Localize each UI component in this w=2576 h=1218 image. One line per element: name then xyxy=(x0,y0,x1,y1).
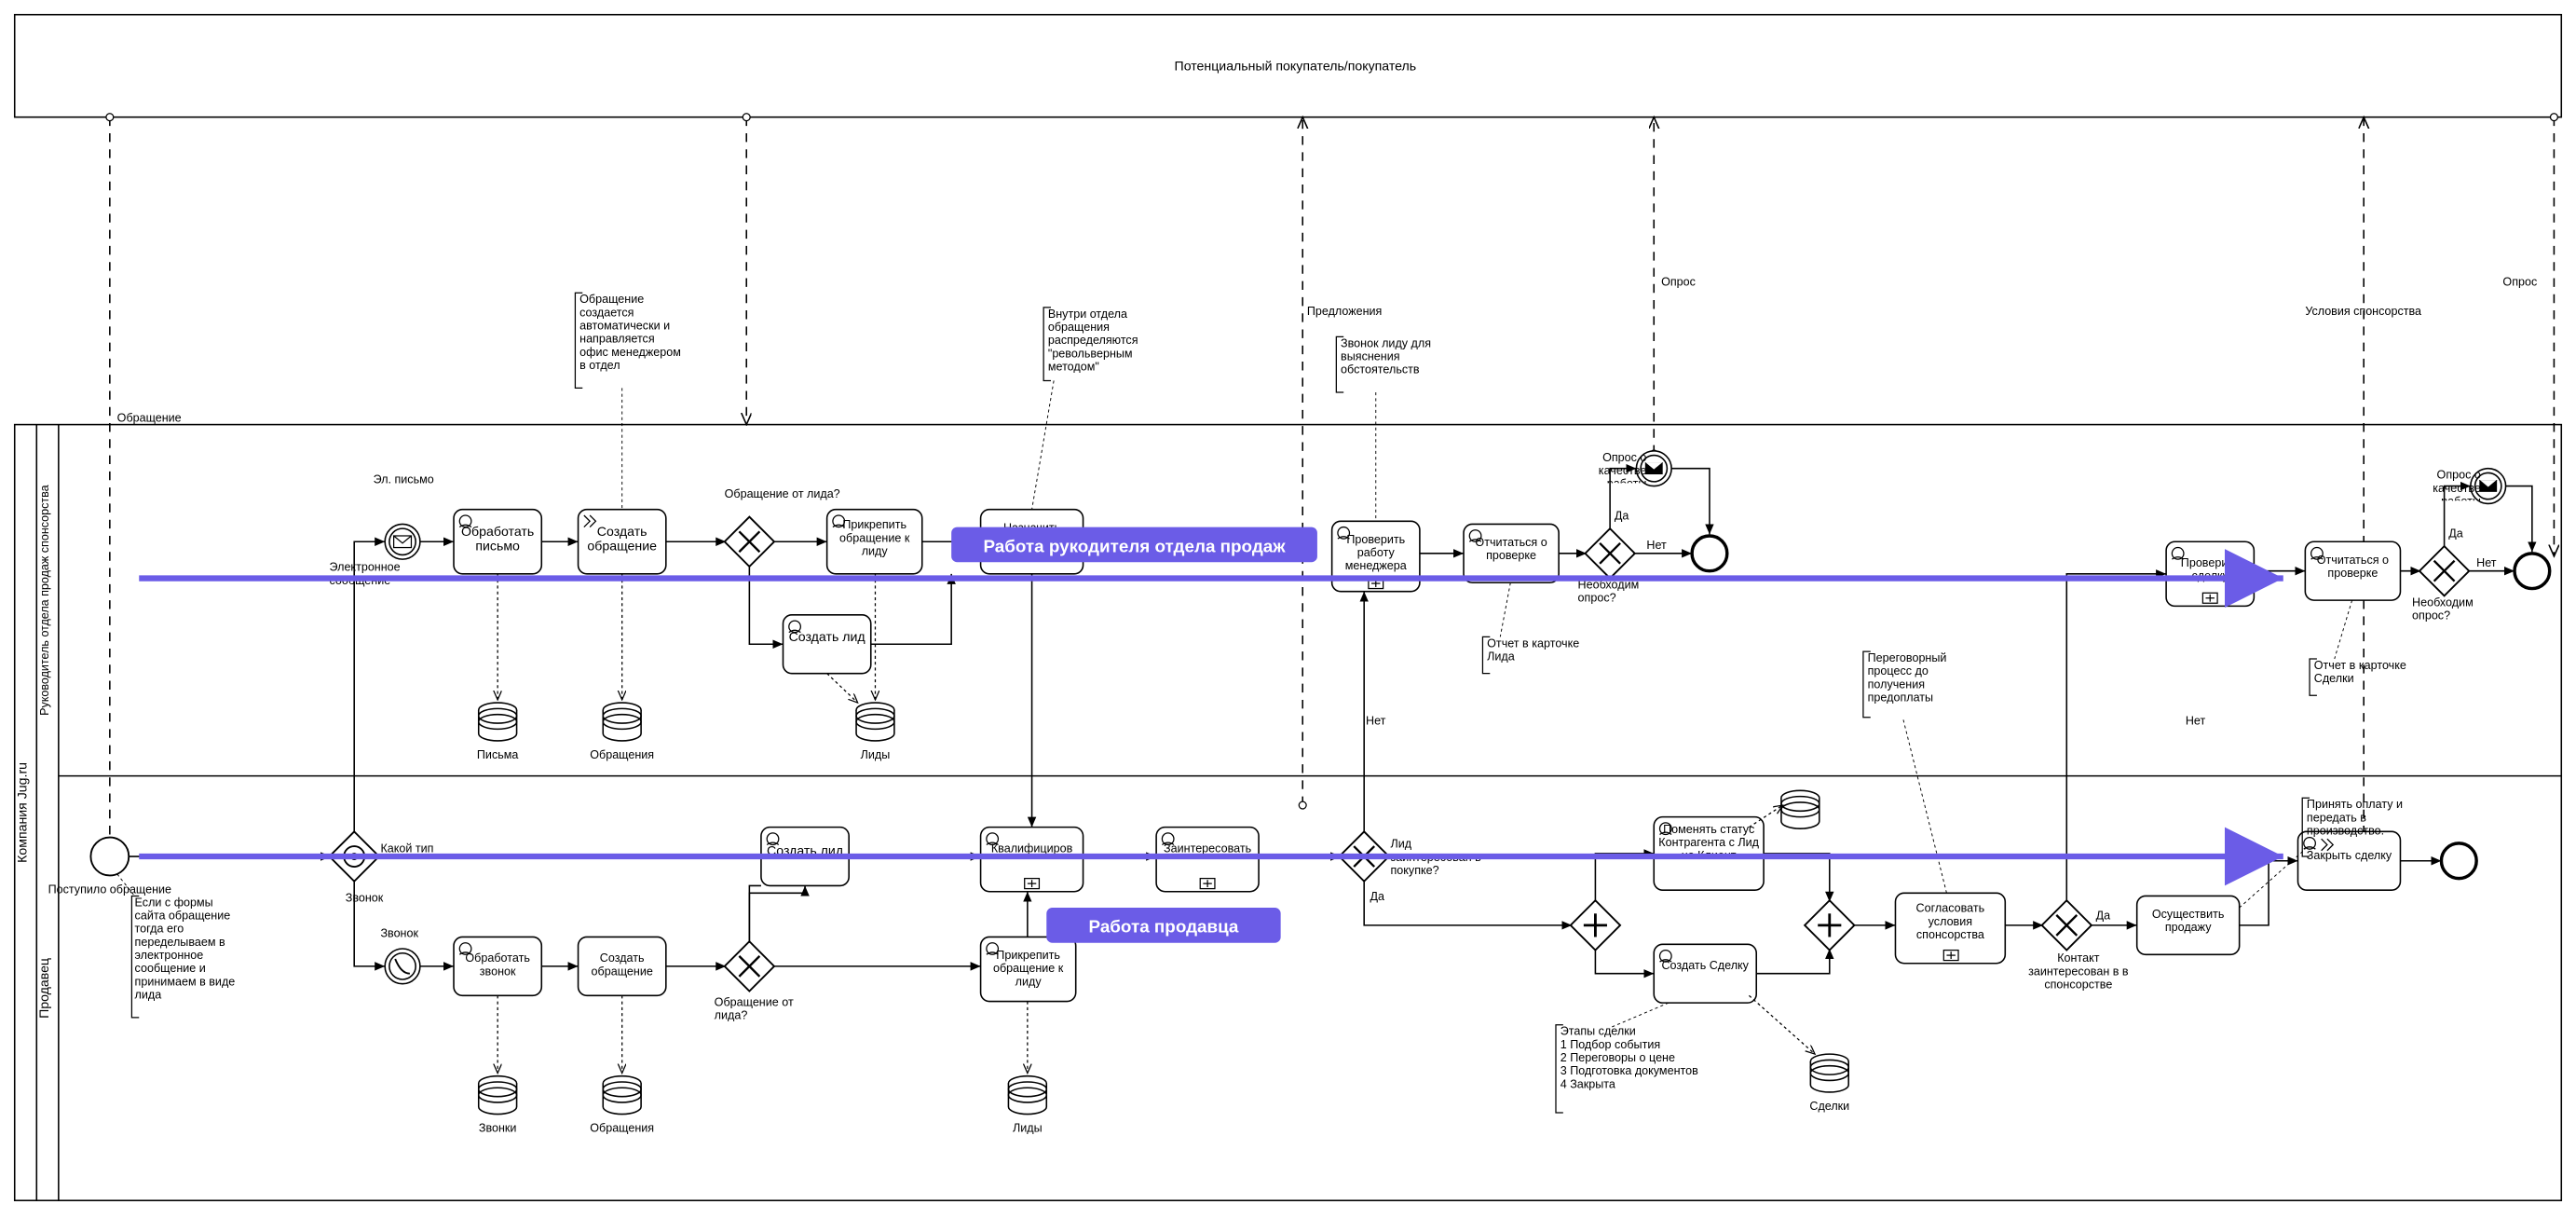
svg-text:Обращения: Обращения xyxy=(590,1121,654,1134)
svg-text:Нет: Нет xyxy=(2186,715,2206,728)
svg-text:Да: Да xyxy=(1370,890,1383,903)
pool-buyer-title: Потенциальный покупатель/покупатель xyxy=(1175,58,1417,73)
task-process-letter: Обработать письмо xyxy=(454,510,541,574)
svg-text:Звонок: Звонок xyxy=(380,926,418,939)
svg-text:Поступило обращение: Поступило обращение xyxy=(48,883,171,896)
task-make-sale: Осуществить продажу xyxy=(2137,896,2240,954)
start-event xyxy=(90,838,129,876)
task-report-check-h2: Отчитаться о проверке xyxy=(2305,541,2400,600)
datastore-deals xyxy=(1810,1054,1848,1092)
datastore-appeals-h xyxy=(603,703,641,741)
task-create-lead-head: Создать лид xyxy=(784,615,871,674)
svg-text:Опрос: Опрос xyxy=(2502,275,2537,288)
event-call-catch xyxy=(385,949,420,984)
svg-text:Да: Да xyxy=(1615,510,1629,523)
task-create-appeal-head: Создать обращение xyxy=(579,510,666,574)
svg-text:Сделки: Сделки xyxy=(1809,1100,1849,1113)
event-email-catch xyxy=(385,524,420,559)
task-report-check-h: Отчитаться о проверке xyxy=(1464,524,1559,582)
svg-text:Какой тип: Какой тип xyxy=(380,842,433,855)
annotation-revolver: Внутри отдела обращения распределяются "… xyxy=(1032,308,1158,510)
task-attach-lead-seller: Прикрепить обращение к лиду xyxy=(981,937,1076,1001)
annotation-accept: Принять оплату и передать в производство… xyxy=(2240,798,2417,908)
svg-text:Работа рукодителя отдела прода: Работа рукодителя отдела продаж xyxy=(983,536,1286,555)
svg-text:Лиды: Лиды xyxy=(1013,1121,1043,1134)
end-event-seller xyxy=(2441,843,2476,879)
datastore-letters xyxy=(479,703,517,741)
svg-text:Условия спонсорства: Условия спонсорства xyxy=(2305,305,2421,318)
annotation-auto: Обращение создается автоматически и напр… xyxy=(575,293,682,510)
annotation-call-lead: Звонок лиду для выяснения обстоятельств xyxy=(1336,336,1451,521)
lane-head-title: Руководитель отдела продаж спонсорства xyxy=(38,485,51,716)
end-event-head2 xyxy=(2515,554,2550,589)
svg-text:Работа продавца: Работа продавца xyxy=(1089,917,1239,937)
task-create-deal: Создать Сделку xyxy=(1654,944,1756,1003)
svg-text:Звонки: Звонки xyxy=(479,1121,517,1134)
lane-seller-title: Продавец xyxy=(36,958,51,1019)
svg-text:Нет: Нет xyxy=(2476,556,2497,569)
svg-text:Эл. письмо: Эл. письмо xyxy=(374,472,434,486)
svg-text:Опрос: Опрос xyxy=(1661,275,1696,288)
task-create-appeal-seller: Создать обращение xyxy=(579,937,666,995)
svg-text:Да: Да xyxy=(2096,910,2110,923)
datastore-clients xyxy=(1781,790,1820,828)
annotation-form: Если с формы сайта обращение тогда его п… xyxy=(117,874,238,1020)
svg-text:Обращения: Обращения xyxy=(590,748,654,761)
svg-text:Предложения: Предложения xyxy=(1307,305,1382,318)
task-check-deal: Проверить сделку xyxy=(2166,541,2254,606)
svg-text:Обращение: Обращение xyxy=(117,411,182,424)
svg-text:Письма: Письма xyxy=(477,748,518,761)
end-event-head xyxy=(1692,536,1727,571)
svg-text:Нет: Нет xyxy=(1646,539,1667,552)
datastore-leads-h xyxy=(856,703,894,741)
svg-text:Звонок: Звонок xyxy=(346,892,384,905)
bpmn-diagram: Потенциальный покупатель/покупатель Комп… xyxy=(0,0,2576,1215)
annotation-lead-card: Отчет в карточке Лида xyxy=(1482,582,1589,675)
task-agree-sponsor: Согласовать условия спонсорства xyxy=(1895,893,2005,963)
svg-text:Обращение от лида?: Обращение от лида? xyxy=(725,487,840,500)
pool-company-title: Компания Jug.ru xyxy=(14,762,29,863)
datastore-calls xyxy=(479,1076,517,1115)
task-process-call: Обработать звонок xyxy=(454,937,541,995)
datastore-leads-s xyxy=(1008,1076,1046,1115)
task-attach-lead-head: Прикрепить обращение к лиду xyxy=(827,510,922,574)
datastore-appeals-s xyxy=(603,1076,641,1115)
annotation-stages: Этапы сделки 1 Подбор события 2 Перегово… xyxy=(1556,1003,1699,1115)
svg-text:Нет: Нет xyxy=(1366,715,1386,728)
svg-text:Да: Да xyxy=(2448,527,2462,541)
svg-text:Лиды: Лиды xyxy=(861,748,891,761)
